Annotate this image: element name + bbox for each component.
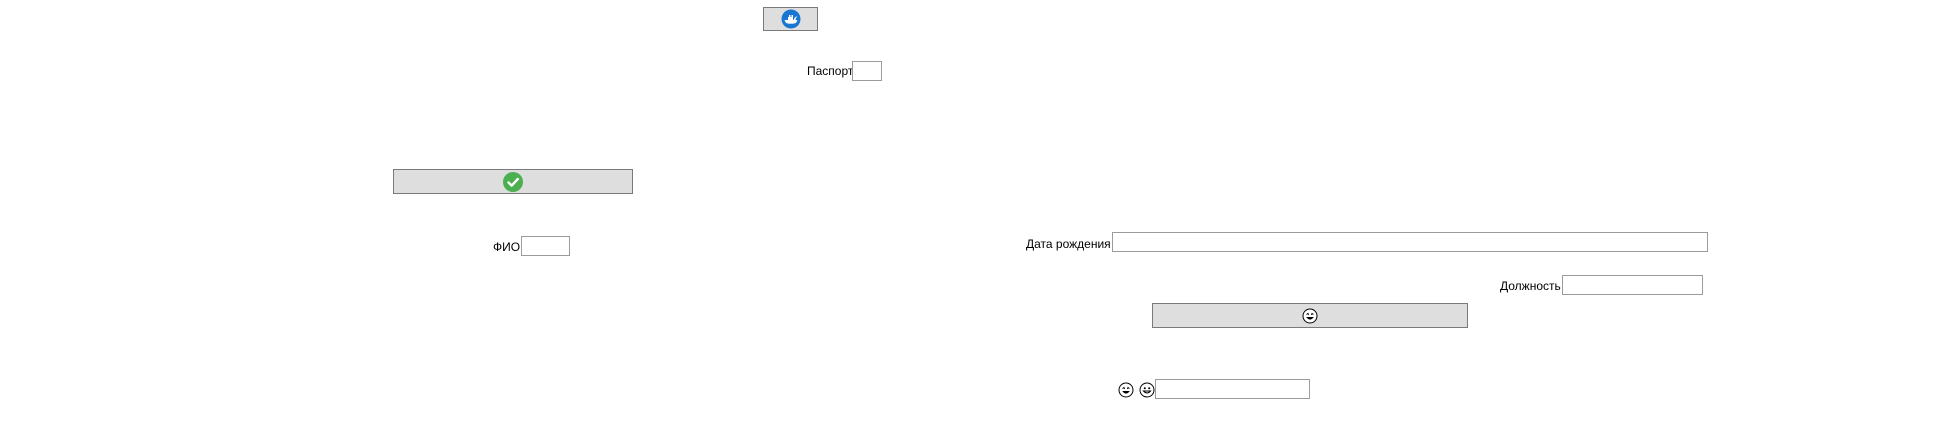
position-label: Должность	[1500, 279, 1561, 293]
passport-label: Паспорт	[807, 64, 854, 78]
birth-date-input[interactable]	[1112, 232, 1708, 252]
confirm-button[interactable]	[393, 169, 633, 194]
position-input[interactable]	[1562, 275, 1703, 295]
fio-input[interactable]	[521, 236, 570, 256]
check-circle-icon	[503, 171, 523, 192]
laughing-face-icon	[1302, 308, 1318, 324]
laughing-face-icon	[1118, 382, 1134, 398]
emoji-button[interactable]	[1152, 303, 1468, 328]
birth-date-label: Дата рождения	[1026, 237, 1111, 251]
passport-input[interactable]	[852, 61, 882, 81]
emoji-text-input[interactable]	[1155, 379, 1310, 399]
fio-label: ФИО	[493, 240, 521, 254]
ship-button[interactable]	[763, 7, 818, 31]
whale-ship-icon	[781, 9, 801, 29]
grinning-face-icon	[1139, 382, 1155, 398]
